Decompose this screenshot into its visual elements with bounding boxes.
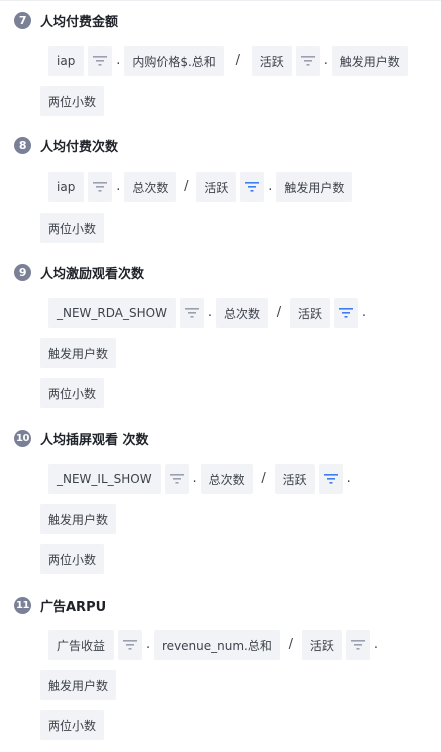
filter-button[interactable]	[345, 630, 370, 660]
divide-operator: /	[184, 179, 189, 194]
metric-tag[interactable]: 触发用户数	[331, 46, 408, 76]
format-row: 两位小数	[40, 86, 105, 116]
formula-row-1: iap . 内购价格$.总和 / 活跃 . 触发用户数	[48, 46, 408, 76]
dot-separator: .	[145, 637, 151, 652]
formula-row-1: iap . 总次数 / 活跃 . 触发用户数	[48, 172, 353, 202]
formula-row-1: _NEW_IL_SHOW . 总次数 / 活跃 .	[48, 464, 355, 494]
event-tag[interactable]: 活跃	[289, 298, 330, 328]
metric-tag[interactable]: 触发用户数	[276, 172, 353, 202]
divide-operator: /	[288, 637, 294, 652]
formula-row-1: 广告收益 . revenue_num.总和 / 活跃 .	[48, 630, 382, 660]
metric-tag[interactable]: 总次数	[215, 298, 268, 328]
dot-separator: .	[323, 53, 328, 68]
format-row: 两位小数	[40, 544, 105, 574]
filter-button[interactable]	[88, 172, 113, 202]
metric-tag[interactable]: 内购价格$.总和	[124, 46, 224, 76]
divide-operator: /	[261, 471, 266, 486]
metric-tag[interactable]: 触发用户数	[40, 504, 117, 534]
format-row: 两位小数	[40, 378, 105, 408]
filter-icon	[184, 308, 199, 318]
filter-button[interactable]	[179, 298, 204, 328]
metric-header: 11 广告ARPU	[14, 594, 106, 616]
filter-icon	[338, 308, 353, 318]
metric-tag[interactable]: 总次数	[124, 172, 177, 202]
format-tag[interactable]: 两位小数	[40, 86, 105, 116]
formula-row-2: 触发用户数	[40, 504, 117, 534]
filter-icon	[169, 474, 184, 484]
metric-number-badge: 7	[14, 11, 31, 29]
format-tag[interactable]: 两位小数	[40, 378, 105, 408]
filter-button-active[interactable]	[240, 172, 265, 202]
metric-header: 9 人均激励观看次数	[14, 261, 144, 283]
divide-operator: /	[276, 305, 282, 320]
metric-number-badge: 8	[14, 136, 31, 154]
metric-title: 广告ARPU	[40, 599, 107, 615]
dot-separator: .	[192, 471, 197, 486]
filter-button[interactable]	[118, 630, 143, 660]
filter-button[interactable]	[295, 46, 320, 76]
format-tag[interactable]: 两位小数	[40, 213, 105, 243]
dot-separator: .	[207, 305, 213, 320]
format-tag[interactable]: 两位小数	[40, 710, 105, 740]
dot-separator: .	[116, 53, 121, 68]
dot-separator: .	[361, 305, 367, 320]
format-row: 两位小数	[40, 213, 105, 243]
dot-separator: .	[346, 471, 351, 486]
filter-button-active[interactable]	[333, 298, 358, 328]
filter-icon	[350, 640, 365, 650]
filter-button[interactable]	[164, 464, 189, 494]
filter-icon	[123, 640, 138, 650]
event-tag[interactable]: _NEW_RDA_SHOW	[48, 298, 176, 328]
metric-header: 8 人均付费次数	[14, 134, 118, 156]
event-tag[interactable]: 活跃	[274, 464, 315, 494]
event-tag[interactable]: iap	[48, 172, 85, 202]
filter-icon	[93, 182, 108, 192]
filter-button[interactable]	[88, 46, 113, 76]
event-tag[interactable]: 活跃	[196, 172, 237, 202]
filter-icon	[245, 182, 260, 192]
filter-icon	[323, 474, 338, 484]
metric-tag[interactable]: 触发用户数	[40, 338, 117, 368]
event-tag[interactable]: 活跃	[251, 46, 292, 76]
filter-icon	[93, 56, 108, 66]
metric-number-badge: 11	[14, 596, 31, 614]
event-tag[interactable]: _NEW_IL_SHOW	[48, 464, 161, 494]
dot-separator: .	[373, 637, 378, 652]
metric-tag[interactable]: 触发用户数	[40, 670, 117, 700]
format-row: 两位小数	[40, 710, 105, 740]
format-tag[interactable]: 两位小数	[40, 544, 105, 574]
dot-separator: .	[116, 179, 121, 194]
divide-operator: /	[235, 53, 240, 68]
metric-number-badge: 9	[14, 263, 31, 281]
metric-tag[interactable]: 总次数	[200, 464, 253, 494]
metric-title: 人均插屏观看 次数	[40, 432, 149, 448]
metric-title: 人均付费次数	[40, 139, 119, 155]
top-divider	[0, 0, 441, 1]
event-tag[interactable]: 广告收益	[48, 630, 115, 660]
metric-title: 人均激励观看次数	[40, 266, 145, 282]
metric-title: 人均付费金额	[40, 14, 119, 30]
metric-header: 7 人均付费金额	[14, 9, 118, 31]
formula-row-2: 触发用户数	[40, 338, 117, 368]
event-tag[interactable]: 活跃	[301, 630, 342, 660]
formula-row-2: 触发用户数	[40, 670, 117, 700]
filter-icon	[300, 56, 315, 66]
metric-number-badge: 10	[14, 429, 31, 447]
metric-header: 10 人均插屏观看 次数	[14, 427, 149, 449]
event-tag[interactable]: iap	[48, 46, 85, 76]
metric-tag[interactable]: revenue_num.总和	[154, 630, 280, 660]
dot-separator: .	[268, 179, 273, 194]
filter-button-active[interactable]	[318, 464, 343, 494]
formula-row-1: _NEW_RDA_SHOW . 总次数 / 活跃 .	[48, 298, 370, 328]
